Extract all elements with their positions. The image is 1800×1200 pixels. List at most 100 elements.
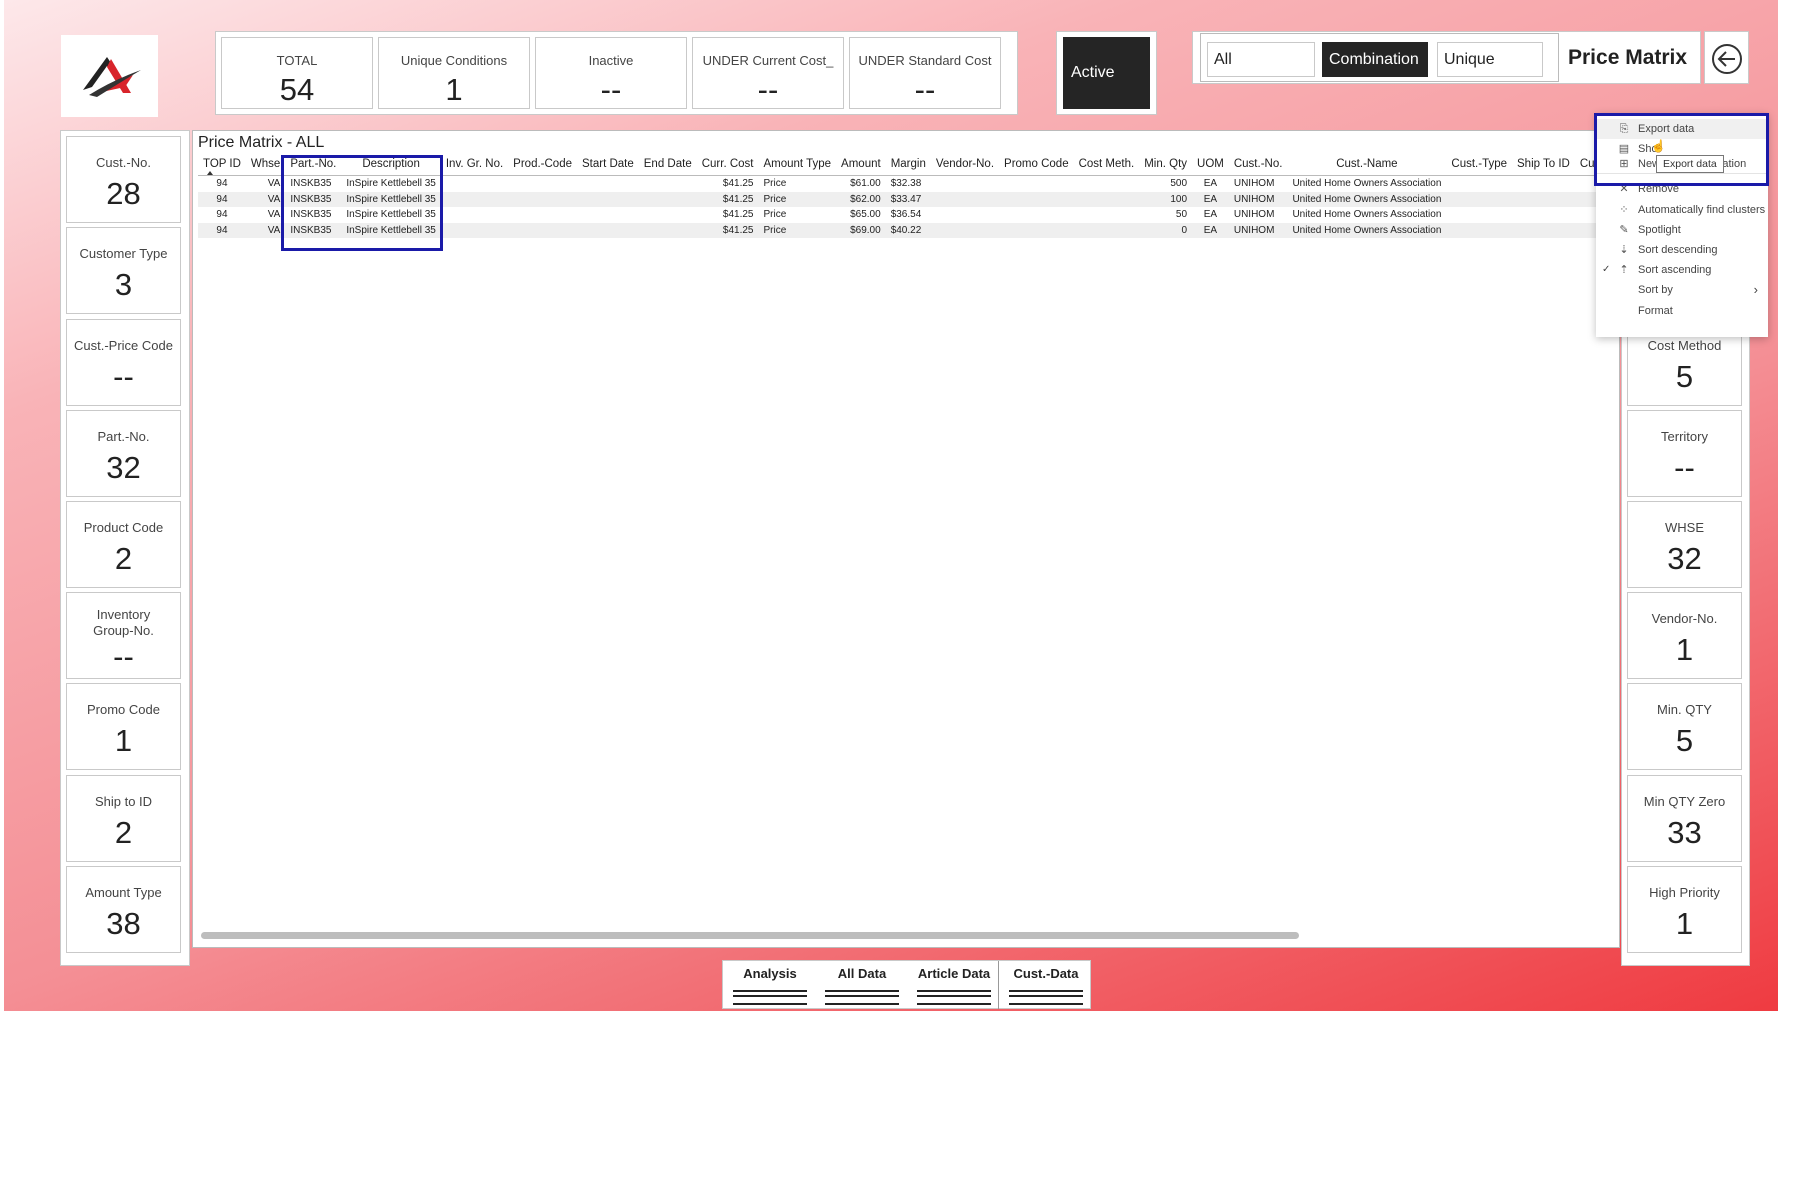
col-header[interactable]: Prod.-Code	[508, 153, 577, 176]
cell	[999, 222, 1074, 238]
tab-analysis[interactable]: Analysis	[725, 961, 815, 1009]
kpi-value: --	[914, 72, 936, 107]
card-value: 32	[1667, 541, 1702, 576]
menu-item-label: Sort by	[1638, 284, 1673, 296]
cell	[931, 176, 999, 192]
cell	[577, 176, 639, 192]
col-header[interactable]: Cust.-No.	[1228, 153, 1288, 176]
cell	[931, 207, 999, 223]
menu-item-find-clusters[interactable]: ⁘ Automatically find clusters	[1596, 200, 1768, 220]
tab-cust-data[interactable]: Cust.-Data	[1001, 961, 1091, 1009]
col-header[interactable]: Cust.-Type	[1446, 153, 1513, 176]
card-value: --	[1674, 450, 1695, 485]
cell: EA	[1203, 209, 1218, 221]
menu-item-sort-descending[interactable]: ⇣ Sort descending	[1596, 240, 1768, 260]
menu-item-label: Sort descending	[1638, 244, 1718, 256]
tab-article-data[interactable]: Article Data	[909, 961, 999, 1009]
tab-label: Cust.-Data	[1013, 966, 1079, 981]
back-button[interactable]	[1704, 31, 1749, 84]
toggle-unique[interactable]: Unique	[1437, 42, 1543, 77]
kpi-strip: TOTAL 54 Unique Conditions 1 Inactive --…	[215, 31, 1018, 115]
card-label: Min QTY Zero	[1643, 794, 1726, 809]
kpi-label: Inactive	[588, 53, 634, 68]
cell	[1446, 191, 1513, 207]
kpi-unique-conditions: Unique Conditions 1	[378, 37, 530, 109]
cell: Price	[763, 178, 787, 190]
col-header[interactable]: Whse	[245, 153, 286, 176]
kpi-under-current-cost: UNDER Current Cost_ --	[692, 37, 844, 109]
menu-item-sort-ascending[interactable]: ✓ ⇡ Sort ascending	[1596, 260, 1768, 280]
col-header[interactable]: End Date	[638, 153, 697, 176]
cell: 94	[216, 178, 228, 190]
col-header[interactable]: Start Date	[576, 153, 639, 176]
tab-all-data[interactable]: All Data	[817, 961, 907, 1009]
cell	[999, 191, 1074, 207]
col-header[interactable]: TOP ID	[198, 153, 246, 176]
col-header[interactable]: Amount Type	[758, 153, 837, 176]
cell	[441, 176, 508, 192]
sort-ascending-icon: ⇡	[1619, 264, 1629, 276]
cell	[1446, 222, 1513, 238]
cell	[930, 191, 1000, 207]
col-header[interactable]: Cust.-Name	[1287, 153, 1447, 176]
menu-item-sort-by[interactable]: Sort by ›	[1596, 280, 1768, 300]
cell: 94	[198, 191, 246, 207]
cell	[577, 207, 639, 223]
card-customer-type: Customer Type 3	[66, 227, 181, 314]
card-label: Territory	[1661, 429, 1708, 444]
menu-item-spotlight[interactable]: ✎ Spotlight	[1596, 220, 1768, 240]
cell: UNIHOM	[1228, 222, 1288, 238]
toggle-all[interactable]: All	[1207, 42, 1315, 77]
cell: 94	[216, 209, 228, 221]
arrow-left-icon	[1712, 44, 1742, 74]
cell	[1446, 176, 1512, 192]
cell: $61.00	[850, 178, 881, 190]
cell: $41.25	[696, 191, 759, 207]
tab-label: Analysis	[743, 966, 797, 981]
cell: $40.22	[885, 222, 931, 238]
col-header[interactable]: Ship To ID	[1512, 153, 1575, 176]
horizontal-scrollbar[interactable]	[201, 932, 1299, 939]
toggle-combination[interactable]: Combination	[1322, 42, 1428, 77]
card-value: 32	[106, 450, 141, 485]
col-header[interactable]: Min. Qty	[1139, 153, 1193, 176]
cell	[508, 176, 577, 192]
active-filter-button[interactable]: Active	[1063, 37, 1150, 109]
card-value: 38	[106, 906, 141, 941]
col-header[interactable]: Margin	[885, 153, 931, 176]
cell	[999, 207, 1074, 223]
card-value: 5	[1675, 359, 1694, 394]
cell	[1512, 207, 1575, 223]
card-value: 1	[114, 723, 133, 758]
col-header[interactable]: Inv. Gr. No.	[440, 153, 509, 176]
col-header[interactable]: Cost Meth.	[1073, 153, 1140, 176]
cell: United Home Owners Association	[1287, 191, 1447, 207]
col-header[interactable]: Amount	[836, 153, 886, 176]
card-value: 28	[106, 176, 141, 211]
report-canvas: TOTAL 54 Unique Conditions 1 Inactive --…	[4, 0, 1778, 1011]
table-title: Price Matrix - ALL	[198, 134, 325, 151]
col-header[interactable]: UOM	[1192, 153, 1229, 176]
menu-item-format[interactable]: Format	[1596, 301, 1768, 321]
cell	[1074, 207, 1140, 223]
cell: Price	[758, 222, 837, 238]
cell: VA	[267, 178, 281, 190]
col-header[interactable]: Vendor-No.	[930, 153, 1000, 176]
card-label: Cust.-No.	[96, 155, 151, 170]
card-value: 33	[1667, 815, 1702, 850]
cell: 94	[198, 222, 246, 238]
cell	[1512, 191, 1575, 207]
cell	[1074, 176, 1140, 192]
col-header[interactable]: Promo Code	[999, 153, 1074, 176]
cell: UNIHOM	[1233, 209, 1275, 221]
card-label: Vendor-No.	[1651, 611, 1718, 626]
card-min-qty-zero: Min QTY Zero 33	[1627, 775, 1742, 862]
card-territory: Territory --	[1627, 410, 1742, 497]
cell: $62.00	[836, 191, 886, 207]
card-label: Part.-No.	[97, 429, 150, 444]
card-value: --	[113, 359, 134, 394]
cell	[638, 191, 697, 207]
cell	[576, 191, 639, 207]
col-header[interactable]: Curr. Cost	[696, 153, 759, 176]
card-product-code: Product Code 2	[66, 501, 181, 588]
